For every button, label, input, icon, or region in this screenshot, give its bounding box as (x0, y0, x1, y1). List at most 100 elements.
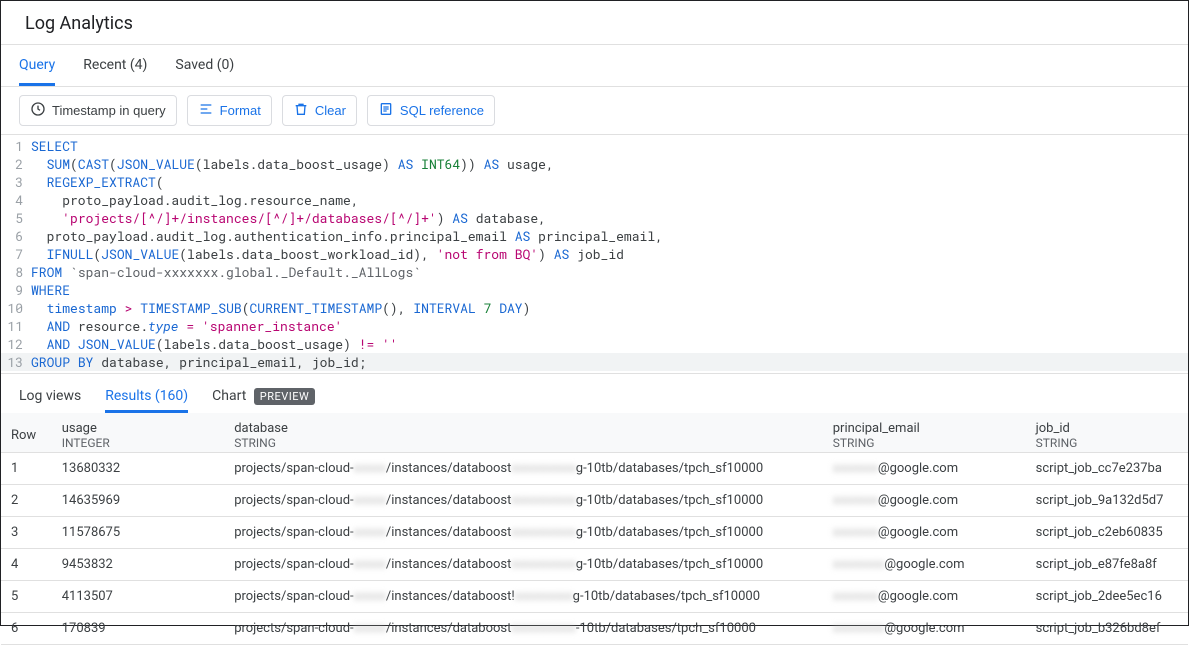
line-number: 9 (1, 281, 31, 299)
code-line[interactable]: 2 SUM(CAST(JSON_VALUE(labels.data_boost_… (1, 155, 1188, 173)
cell-database: projects/span-cloud-xxxxx/instances/data… (224, 613, 823, 645)
line-number: 4 (1, 191, 31, 209)
line-number: 13 (1, 353, 31, 371)
table-row[interactable]: 49453832projects/span-cloud-xxxxx/instan… (1, 549, 1188, 581)
top-tabs: Query Recent (4) Saved (0) (1, 45, 1188, 87)
code-text: AND JSON_VALUE(labels.data_boost_usage) … (31, 335, 398, 353)
tab-query[interactable]: Query (19, 45, 55, 86)
cell-job-id: script_job_9a132d5d7 (1026, 485, 1188, 517)
cell-database: projects/span-cloud-xxxxx/instances/data… (224, 453, 823, 485)
code-text: proto_payload.audit_log.resource_name, (31, 191, 359, 209)
document-icon (378, 101, 394, 120)
code-line[interactable]: 6 proto_payload.audit_log.authentication… (1, 227, 1188, 245)
clear-button[interactable]: Clear (282, 95, 357, 126)
table-row[interactable]: 54113507projects/span-cloud-xxxxx/instan… (1, 581, 1188, 613)
line-number: 8 (1, 263, 31, 281)
cell-database: projects/span-cloud-xxxxx/instances/data… (224, 581, 823, 613)
code-line[interactable]: 1SELECT (1, 137, 1188, 155)
cell-job-id: script_job_b326bd8ef (1026, 613, 1188, 645)
format-button[interactable]: Format (187, 95, 272, 126)
clock-icon (30, 101, 46, 120)
line-number: 10 (1, 299, 31, 317)
format-icon (198, 101, 214, 120)
cell-email: xxxxxxx@google.com (823, 517, 1026, 549)
cell-job-id: script_job_cc7e237ba (1026, 453, 1188, 485)
code-text: REGEXP_EXTRACT( (31, 173, 164, 191)
cell-email: xxxxxxx@google.com (823, 581, 1026, 613)
cell-database: projects/span-cloud-xxxxx/instances/data… (224, 549, 823, 581)
code-line[interactable]: 13GROUP BY database, principal_email, jo… (1, 353, 1188, 371)
line-number: 12 (1, 335, 31, 353)
code-line[interactable]: 5 'projects/[^/]+/instances/[^/]+/databa… (1, 209, 1188, 227)
line-number: 6 (1, 227, 31, 245)
col-row[interactable]: Row (1, 413, 52, 453)
cell-job-id: script_job_2dee5ec16 (1026, 581, 1188, 613)
col-database[interactable]: databaseSTRING (224, 413, 823, 453)
code-text: SUM(CAST(JSON_VALUE(labels.data_boost_us… (31, 155, 554, 173)
code-text: SELECT (31, 137, 78, 155)
cell-job-id: script_job_e87fe8a8f (1026, 549, 1188, 581)
line-number: 7 (1, 245, 31, 263)
clear-label: Clear (315, 103, 346, 118)
col-principal-email[interactable]: principal_emailSTRING (823, 413, 1026, 453)
results-tabs: Log views Results (160) Chart PREVIEW (1, 374, 1188, 413)
code-line[interactable]: 12 AND JSON_VALUE(labels.data_boost_usag… (1, 335, 1188, 353)
toolbar: Timestamp in query Format Clear SQL refe… (1, 87, 1188, 134)
cell-row: 6 (1, 613, 52, 645)
tab-recent[interactable]: Recent (4) (83, 45, 147, 86)
cell-email: xxxxxxx@google.com (823, 453, 1026, 485)
code-text: AND resource.type = 'spanner_instance' (31, 317, 342, 335)
cell-job-id: script_job_c2eb60835 (1026, 517, 1188, 549)
code-text: WHERE (31, 281, 70, 299)
cell-email: xxxxxxxx@google.com (823, 613, 1026, 645)
cell-row: 3 (1, 517, 52, 549)
cell-database: projects/span-cloud-xxxxx/instances/data… (224, 517, 823, 549)
cell-email: xxxxxxxx@google.com (823, 549, 1026, 581)
chart-label: Chart (212, 388, 246, 404)
cell-usage: 11578675 (52, 517, 224, 549)
line-number: 3 (1, 173, 31, 191)
table-row[interactable]: 113680332projects/span-cloud-xxxxx/insta… (1, 453, 1188, 485)
preview-badge: PREVIEW (254, 388, 315, 405)
col-job-id[interactable]: job_idSTRING (1026, 413, 1188, 453)
table-row[interactable]: 6170839projects/span-cloud-xxxxx/instanc… (1, 613, 1188, 645)
code-line[interactable]: 3 REGEXP_EXTRACT( (1, 173, 1188, 191)
line-number: 5 (1, 209, 31, 227)
table-header-row: Row usageINTEGER databaseSTRING principa… (1, 413, 1188, 453)
cell-row: 4 (1, 549, 52, 581)
sql-reference-button[interactable]: SQL reference (367, 95, 495, 126)
code-line[interactable]: 7 IFNULL(JSON_VALUE(labels.data_boost_wo… (1, 245, 1188, 263)
line-number: 2 (1, 155, 31, 173)
code-text: FROM `span-cloud-xxxxxxx.global._Default… (31, 263, 421, 281)
tab-log-views[interactable]: Log views (19, 382, 81, 413)
tab-results[interactable]: Results (160) (105, 382, 188, 413)
cell-usage: 14635969 (52, 485, 224, 517)
col-usage[interactable]: usageINTEGER (52, 413, 224, 453)
page-title: Log Analytics (1, 1, 1188, 45)
timestamp-button[interactable]: Timestamp in query (19, 95, 177, 126)
code-text: IFNULL(JSON_VALUE(labels.data_boost_work… (31, 245, 624, 263)
cell-row: 5 (1, 581, 52, 613)
cell-email: xxxxxxx@google.com (823, 485, 1026, 517)
sql-editor[interactable]: 1SELECT2 SUM(CAST(JSON_VALUE(labels.data… (1, 134, 1188, 374)
code-text: GROUP BY database, principal_email, job_… (31, 353, 366, 371)
code-line[interactable]: 9WHERE (1, 281, 1188, 299)
format-label: Format (220, 103, 261, 118)
sqlref-label: SQL reference (400, 103, 484, 118)
timestamp-label: Timestamp in query (52, 103, 166, 118)
code-line[interactable]: 10 timestamp > TIMESTAMP_SUB(CURRENT_TIM… (1, 299, 1188, 317)
code-text: timestamp > TIMESTAMP_SUB(CURRENT_TIMEST… (31, 299, 530, 317)
cell-usage: 9453832 (52, 549, 224, 581)
cell-usage: 170839 (52, 613, 224, 645)
code-line[interactable]: 11 AND resource.type = 'spanner_instance… (1, 317, 1188, 335)
tab-saved[interactable]: Saved (0) (175, 45, 234, 86)
code-text: proto_payload.audit_log.authentication_i… (31, 227, 663, 245)
line-number: 1 (1, 137, 31, 155)
tab-chart[interactable]: Chart PREVIEW (212, 382, 315, 413)
code-line[interactable]: 4 proto_payload.audit_log.resource_name, (1, 191, 1188, 209)
table-row[interactable]: 311578675projects/span-cloud-xxxxx/insta… (1, 517, 1188, 549)
code-line[interactable]: 8FROM `span-cloud-xxxxxxx.global._Defaul… (1, 263, 1188, 281)
cell-row: 1 (1, 453, 52, 485)
table-row[interactable]: 214635969projects/span-cloud-xxxxx/insta… (1, 485, 1188, 517)
code-text: 'projects/[^/]+/instances/[^/]+/database… (31, 209, 546, 227)
